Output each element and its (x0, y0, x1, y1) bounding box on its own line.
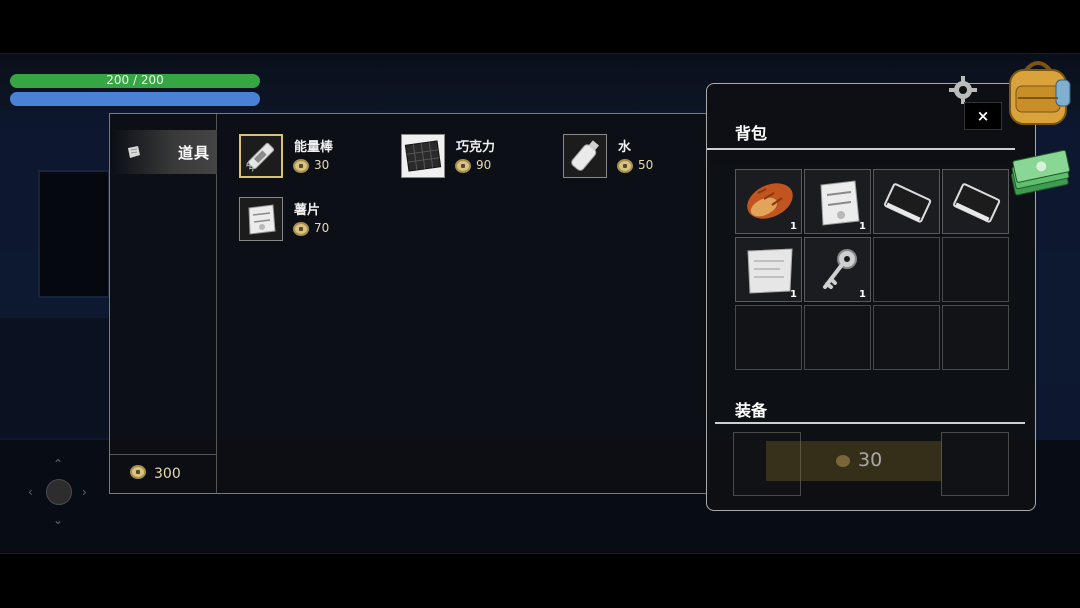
coin-icon (455, 159, 471, 173)
shop-panel: 道具 300 能量棒 30 巧克力 90 水 50 薯片 70 (109, 113, 709, 494)
item-count: 1 (790, 289, 797, 300)
background-window (38, 170, 110, 298)
equipment-slot[interactable] (941, 432, 1009, 496)
coin-icon (617, 159, 633, 173)
equipment-title: 装备 (735, 401, 768, 420)
water-bottle-icon[interactable] (563, 134, 607, 178)
equipment-divider (715, 422, 1025, 424)
inventory-slot[interactable] (942, 169, 1009, 234)
inventory-slot[interactable]: 1 (735, 169, 802, 234)
item-price: 30 (314, 158, 330, 172)
item-price: 50 (638, 158, 654, 172)
chevron-left-icon[interactable]: ‹ (28, 486, 33, 498)
tab-items[interactable]: 道具 (112, 130, 217, 174)
equipment-price-value: 30 (858, 449, 883, 471)
coin-icon (836, 455, 850, 467)
wallet-amount: 300 (154, 466, 181, 482)
inventory-slot[interactable]: 1 (804, 169, 871, 234)
paper-scrap-icon (128, 146, 140, 158)
item-count: 1 (859, 289, 866, 300)
coin-icon (293, 159, 309, 173)
chevron-up-icon[interactable]: ⌃ (53, 458, 63, 470)
item-price: 70 (314, 221, 330, 235)
shop-item-chips[interactable]: 薯片 70 (239, 197, 399, 245)
shop-category-sidebar: 道具 300 (110, 114, 217, 493)
item-count: 1 (790, 221, 797, 232)
inventory-slot-empty[interactable] (873, 305, 940, 370)
backpack-icon[interactable] (1004, 56, 1074, 128)
coin-icon (293, 222, 309, 236)
energy-bar-icon[interactable] (239, 134, 283, 178)
inventory-slot[interactable]: 1 (804, 237, 871, 302)
joystick-knob[interactable] (46, 479, 72, 505)
inventory-slot-empty[interactable] (942, 237, 1009, 302)
item-count: 1 (859, 221, 866, 232)
shop-item-energy-bar[interactable]: 能量棒 30 (239, 134, 399, 182)
letterbox-bottom-edge (0, 553, 1080, 554)
item-price: 90 (476, 158, 492, 172)
inventory-slot-empty[interactable] (804, 305, 871, 370)
inventory-slot-empty[interactable] (873, 237, 940, 302)
shop-item-chocolate[interactable]: 巧克力 90 (401, 134, 561, 182)
sidebar-divider (110, 454, 217, 455)
item-name: 薯片 (294, 203, 321, 218)
chevron-right-icon[interactable]: › (82, 486, 87, 498)
background-step (0, 318, 110, 438)
item-name: 水 (618, 140, 632, 155)
backpack-title: 背包 (735, 124, 768, 143)
shop-item-water[interactable]: 水 50 (563, 134, 723, 182)
chips-bag-icon[interactable] (239, 197, 283, 241)
equipment-price-banner (766, 441, 942, 481)
letterbox-top-edge (0, 53, 1080, 54)
book-icon (884, 183, 932, 223)
coin-icon (130, 465, 146, 479)
inventory-slot-empty[interactable] (735, 305, 802, 370)
item-name: 巧克力 (456, 140, 496, 155)
health-text: 200 / 200 (106, 73, 164, 87)
wallet-balance: 300 (128, 464, 181, 484)
chevron-down-icon[interactable]: ⌄ (53, 514, 63, 526)
inventory-slot[interactable]: 1 (735, 237, 802, 302)
backpack-divider (707, 148, 1015, 150)
tab-items-label: 道具 (178, 144, 211, 162)
stamina-bar (10, 92, 260, 106)
cash-stack-icon[interactable] (1006, 150, 1072, 200)
close-button[interactable]: × (964, 102, 1002, 130)
book-icon (953, 183, 1001, 223)
item-name: 能量棒 (294, 140, 334, 155)
chocolate-icon[interactable] (401, 134, 445, 178)
inventory-slot[interactable] (873, 169, 940, 234)
inventory-slot-empty[interactable] (942, 305, 1009, 370)
